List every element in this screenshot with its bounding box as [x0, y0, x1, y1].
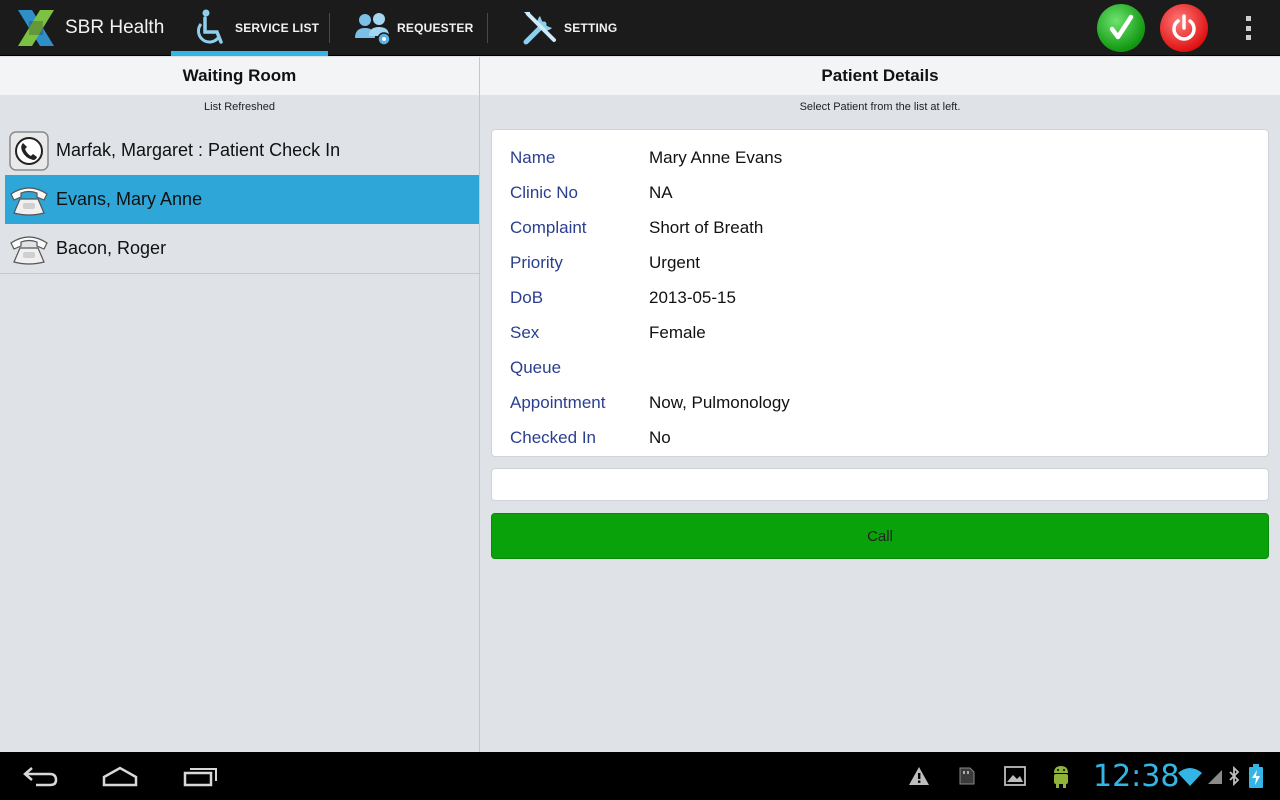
detail-value: Short of Breath — [649, 217, 764, 237]
tab-divider — [329, 13, 330, 43]
recent-apps-icon[interactable] — [178, 752, 224, 800]
tab-requester[interactable]: REQUESTER — [353, 0, 486, 56]
patient-list: Marfak, Margaret : Patient Check In Evan… — [0, 126, 479, 274]
phone-icon — [10, 186, 48, 216]
detail-label: Complaint — [510, 217, 587, 237]
detail-row-queue: Queue — [510, 350, 649, 385]
list-status: List Refreshed — [204, 101, 275, 113]
power-icon — [1172, 14, 1196, 41]
waiting-room-title: Waiting Room — [0, 57, 479, 95]
list-item[interactable]: Evans, Mary Anne — [5, 175, 479, 224]
detail-label: Clinic No — [510, 182, 579, 202]
confirm-button[interactable] — [1097, 4, 1145, 52]
detail-label: Queue — [510, 357, 562, 377]
screenshot-icon[interactable] — [1000, 752, 1030, 800]
status-clock: 12:38 — [1093, 758, 1180, 794]
patient-details-hint: Select Patient from the list at left. — [799, 101, 961, 113]
tab-label: SETTING — [564, 21, 618, 35]
phone-handset-icon — [9, 130, 49, 171]
wheelchair-icon — [197, 9, 223, 44]
detail-value: Female — [649, 322, 706, 342]
patient-details-title: Patient Details — [480, 57, 1280, 95]
patient-details-card: Name Mary Anne Evans Clinic No NA Compla… — [491, 129, 1269, 457]
sbr-logo-icon — [18, 10, 54, 46]
people-icon — [355, 13, 391, 46]
list-item-label: Evans, Mary Anne — [56, 189, 203, 209]
message-field[interactable] — [491, 468, 1269, 501]
back-icon[interactable] — [16, 752, 66, 800]
waiting-room-pane: Waiting Room List Refreshed Marfak, Marg… — [0, 57, 479, 752]
list-item-label: Bacon, Roger — [56, 238, 167, 258]
warning-icon[interactable] — [904, 752, 934, 800]
tab-divider — [487, 13, 488, 43]
detail-row-dob: DoB 2013-05-15 — [510, 280, 736, 315]
detail-row-sex: Sex Female — [510, 315, 706, 350]
app-name: SBR Health — [65, 17, 165, 38]
detail-label: Appointment — [510, 392, 606, 412]
detail-value: 2013-05-15 — [649, 287, 736, 307]
list-item-label: Marfak, Margaret : Patient Check In — [56, 140, 341, 160]
detail-value: NA — [649, 182, 673, 202]
tab-service-list[interactable]: SERVICE LIST — [171, 0, 328, 56]
system-navigation-bar: 12:38 — [0, 752, 1280, 800]
detail-label: DoB — [510, 287, 544, 307]
tab-setting[interactable]: SETTING — [520, 0, 630, 56]
detail-row-complaint: Complaint Short of Breath — [510, 210, 763, 245]
tools-icon — [523, 12, 556, 45]
power-button[interactable] — [1160, 4, 1208, 52]
list-item[interactable]: Bacon, Roger — [0, 224, 479, 273]
detail-row-name: Name Mary Anne Evans — [510, 140, 782, 175]
detail-label: Name — [510, 147, 556, 167]
tab-label: REQUESTER — [397, 21, 474, 35]
check-icon — [1109, 14, 1134, 40]
app-brand[interactable]: SBR Health — [12, 4, 164, 52]
tab-label: SERVICE LIST — [235, 21, 320, 35]
phone-icon — [10, 235, 48, 265]
battery-charging-icon[interactable] — [1246, 752, 1266, 800]
detail-value: No — [649, 427, 671, 447]
detail-label: Priority — [510, 252, 563, 272]
detail-row-clinic-no: Clinic No NA — [510, 175, 673, 210]
action-bar: SBR Health SERVICE LIST REQUESTER SETTIN — [0, 0, 1280, 56]
detail-row-checked-in: Checked In No — [510, 420, 671, 455]
detail-value: Mary Anne Evans — [649, 147, 783, 167]
bluetooth-icon[interactable] — [1226, 752, 1242, 800]
signal-icon[interactable] — [1206, 752, 1224, 800]
detail-label: Checked In — [510, 427, 596, 447]
home-icon[interactable] — [96, 752, 144, 800]
android-debug-icon[interactable] — [1046, 752, 1076, 800]
list-item[interactable]: Marfak, Margaret : Patient Check In — [0, 126, 479, 175]
sd-card-icon[interactable] — [954, 752, 980, 800]
wifi-icon[interactable] — [1176, 752, 1204, 800]
patient-details-pane: Patient Details Select Patient from the … — [480, 57, 1280, 752]
detail-row-priority: Priority Urgent — [510, 245, 700, 280]
call-button[interactable]: Call — [491, 513, 1269, 559]
detail-value: Now, Pulmonology — [649, 392, 790, 412]
detail-label: Sex — [510, 322, 540, 342]
detail-value: Urgent — [649, 252, 701, 272]
overflow-menu-icon[interactable] — [1236, 14, 1260, 42]
detail-row-appointment: Appointment Now, Pulmonology — [510, 385, 790, 420]
